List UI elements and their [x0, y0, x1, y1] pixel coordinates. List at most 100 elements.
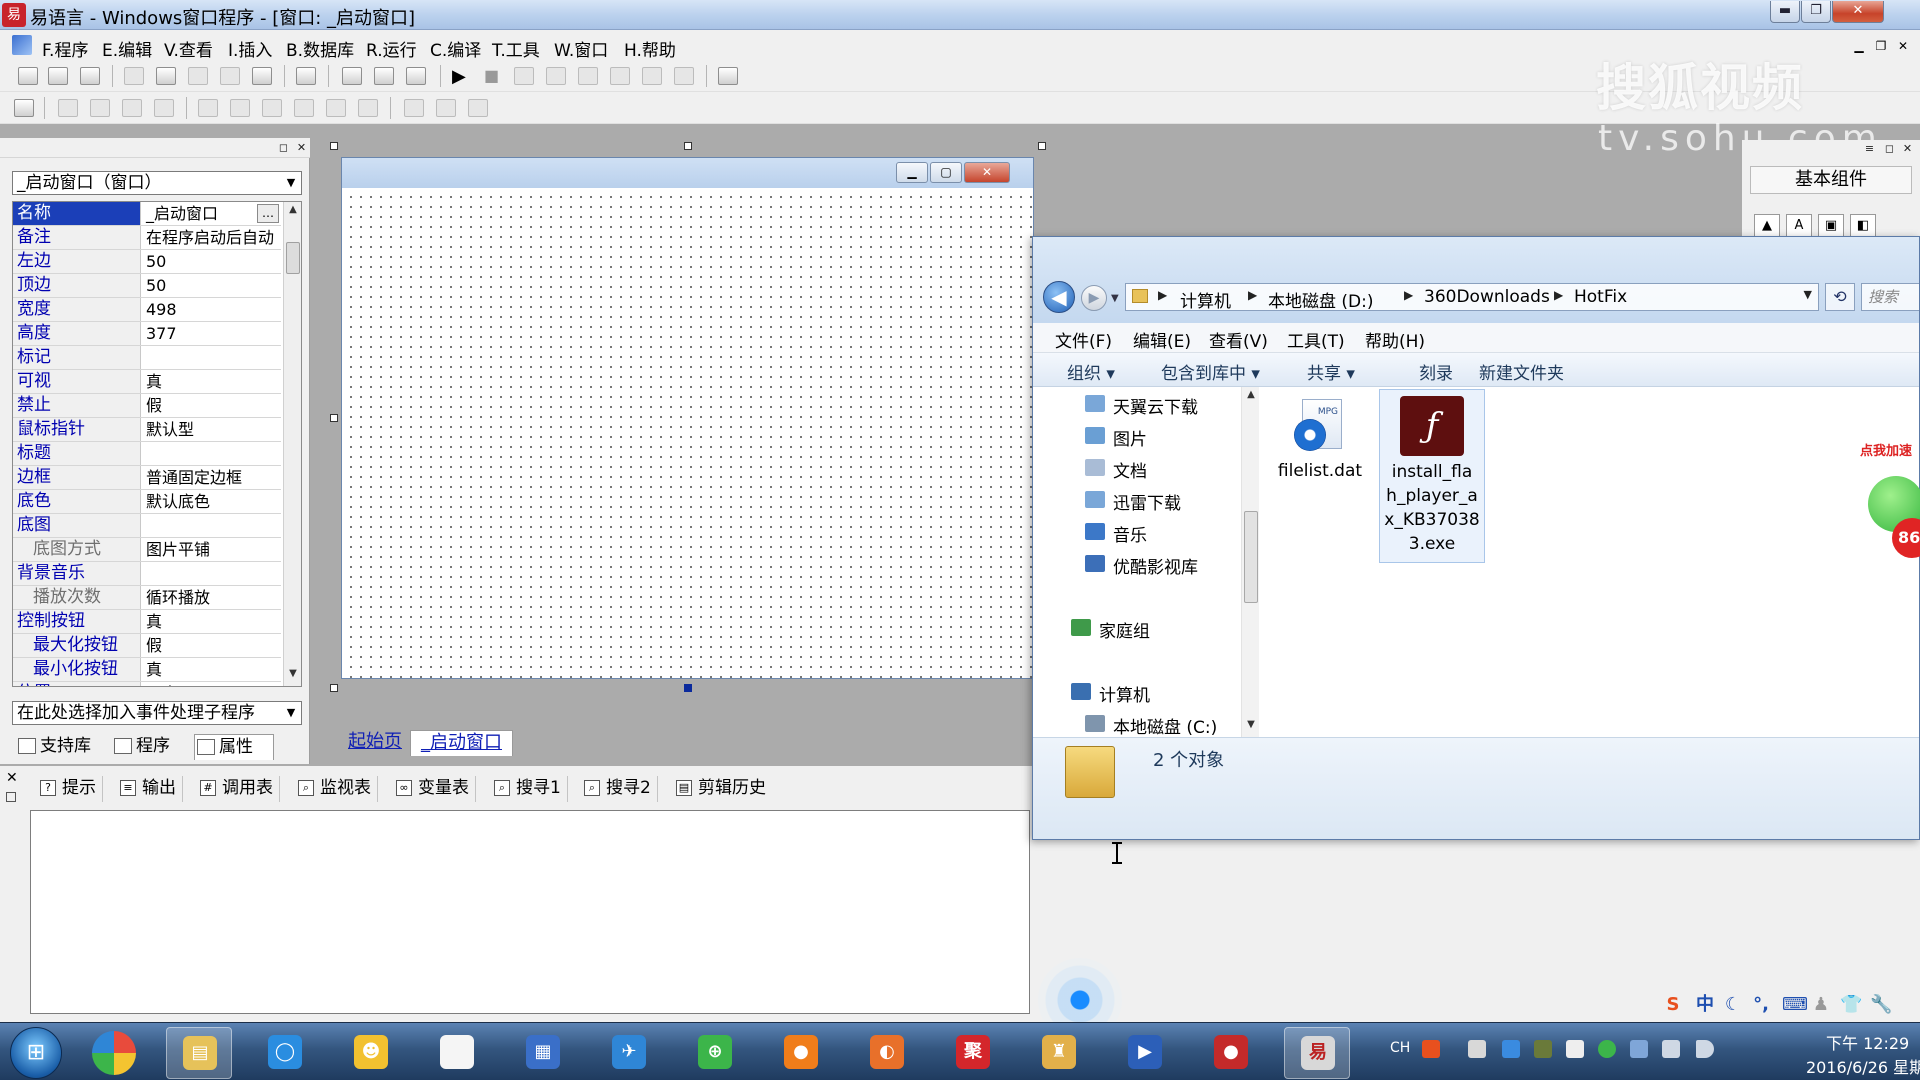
tab-support-library[interactable]: 支持库	[16, 734, 91, 760]
sogou-icon[interactable]: S	[1662, 994, 1684, 1016]
property-row[interactable]: 左边 50	[13, 250, 281, 274]
language-indicator[interactable]: CH	[1390, 1040, 1410, 1056]
address-bar[interactable]: ▶ 计算机 ▶ 本地磁盘 (D:) ▶ 360Downloads ▶ HotFi…	[1125, 283, 1819, 312]
tab-watch[interactable]: ⌕ 监视表	[294, 776, 378, 802]
object-selector[interactable]: _启动窗口（窗口） ▼	[12, 171, 302, 195]
property-row[interactable]: 名称 _启动窗口…	[13, 202, 281, 226]
property-row[interactable]: 底图	[13, 514, 281, 538]
property-value[interactable]: 真	[143, 610, 281, 633]
forward-arrow-icon[interactable]: ▶	[1081, 285, 1107, 311]
space-vertical-icon[interactable]	[294, 99, 314, 117]
menu-edit[interactable]: E.编辑	[102, 36, 152, 61]
panel-menu-icon[interactable]: ≡	[1862, 142, 1877, 156]
form-designer-window[interactable]: ▁ ▢ ✕	[341, 157, 1034, 679]
tab-search-1[interactable]: ⌕ 搜寻1	[490, 776, 568, 802]
undo-icon[interactable]	[252, 67, 272, 85]
property-row[interactable]: 高度 377	[13, 322, 281, 346]
menu-run[interactable]: R.运行	[366, 36, 417, 61]
360-tray-icon[interactable]	[1598, 1040, 1616, 1058]
tab-clipboard-history[interactable]: ▤ 剪辑历史	[672, 776, 772, 802]
pin-icon[interactable]: ◻	[276, 141, 291, 155]
mdi-restore-button[interactable]: ❐	[1872, 38, 1890, 54]
tab-property[interactable]: 属性	[194, 734, 274, 760]
message-tray-icon[interactable]	[1566, 1040, 1584, 1058]
menu-tools[interactable]: T.工具	[492, 36, 540, 61]
maximize-button[interactable]: ❐	[1801, 1, 1831, 23]
property-value[interactable]: 假	[143, 394, 281, 417]
search-input[interactable]: 搜索	[1861, 283, 1919, 311]
bird-tray-icon[interactable]	[1502, 1040, 1520, 1058]
property-value[interactable]: 在程序启动后自动	[143, 226, 281, 249]
resize-handle[interactable]	[684, 684, 692, 692]
scroll-up-icon[interactable]: ▲	[286, 204, 300, 220]
menu-insert[interactable]: I.插入	[228, 36, 272, 61]
property-value[interactable]	[143, 346, 281, 369]
burn-button[interactable]: 刻录	[1419, 359, 1453, 384]
nav-item-pictures[interactable]: 图片	[1085, 425, 1147, 450]
taskbar-button[interactable]: ●	[768, 1027, 834, 1079]
step-into-icon[interactable]	[546, 67, 566, 85]
network-icon[interactable]	[1662, 1040, 1680, 1058]
breadcrumb-chevron-icon[interactable]: ▶	[1248, 288, 1257, 302]
tab-hint[interactable]: ? 提示	[36, 776, 103, 802]
resize-handle[interactable]	[330, 684, 338, 692]
form-layout-icon[interactable]	[14, 99, 34, 117]
property-row[interactable]: 鼠标指针 默认型	[13, 418, 281, 442]
tab-start-page[interactable]: 起始页	[338, 730, 412, 756]
nav-item-xunlei-download[interactable]: 迅雷下载	[1085, 489, 1181, 514]
menu-view[interactable]: 查看(V)	[1209, 327, 1268, 352]
resize-handle[interactable]	[1038, 142, 1046, 150]
share-button[interactable]: 共享 ▾	[1307, 359, 1355, 384]
hand-icon[interactable]	[674, 67, 694, 85]
property-value[interactable]: 居中	[143, 682, 281, 686]
property-value[interactable]: 498	[143, 298, 281, 321]
property-value[interactable]: 默认底色	[143, 490, 281, 513]
same-width-icon[interactable]	[404, 99, 424, 117]
tab-output[interactable]: ≡ 输出	[116, 776, 183, 802]
property-row[interactable]: 边框 普通固定边框	[13, 466, 281, 490]
property-row[interactable]: 宽度 498	[13, 298, 281, 322]
property-row[interactable]: 最大化按钮假	[13, 634, 281, 658]
breadcrumb-hotfix[interactable]: HotFix	[1574, 287, 1627, 307]
tab-variables[interactable]: ∞ 变量表	[392, 776, 476, 802]
align-right-icon[interactable]	[90, 99, 110, 117]
property-row[interactable]: 控制按钮真	[13, 610, 281, 634]
stop-icon[interactable]: ■	[484, 66, 499, 85]
space-horizontal-icon[interactable]	[262, 99, 282, 117]
property-row[interactable]: 顶边 50	[13, 274, 281, 298]
scroll-down-icon[interactable]: ▼	[286, 668, 300, 684]
breadcrumb-360downloads[interactable]: 360Downloads	[1424, 287, 1550, 307]
equal-width-icon[interactable]	[326, 99, 346, 117]
layout-right-icon[interactable]	[406, 67, 426, 85]
breadcrumb-drive-d[interactable]: 本地磁盘 (D:)	[1268, 287, 1374, 312]
explorer-window[interactable]: ◀ ▶ ▼ ▶ 计算机 ▶ 本地磁盘 (D:) ▶ 360Downloads ▶…	[1032, 236, 1920, 840]
taskbar-button[interactable]: ▦	[510, 1027, 576, 1079]
chevron-down-icon[interactable]: ▼	[283, 704, 299, 722]
step-over-icon[interactable]	[578, 67, 598, 85]
tray-app-icon[interactable]	[1468, 1040, 1486, 1058]
property-value[interactable]: 普通固定边框	[143, 466, 281, 489]
align-top-icon[interactable]	[122, 99, 142, 117]
punctuation-icon[interactable]: °,	[1750, 994, 1772, 1016]
halfwidth-icon[interactable]: ☾	[1722, 994, 1744, 1016]
align-left-icon[interactable]	[58, 99, 78, 117]
nav-item-documents[interactable]: 文档	[1085, 457, 1147, 482]
layout-bottom-icon[interactable]	[374, 67, 394, 85]
property-value[interactable]	[143, 442, 281, 465]
taskbar-button[interactable]: ◐	[854, 1027, 920, 1079]
menu-program[interactable]: F.程序	[42, 36, 88, 61]
volume-icon[interactable]	[1696, 1040, 1714, 1058]
shape-tool-icon[interactable]: ◧	[1850, 214, 1876, 238]
menu-view[interactable]: V.查看	[164, 36, 213, 61]
keyboard-icon[interactable]: ⌨	[1782, 994, 1808, 1016]
property-row[interactable]: 播放次数 循环播放	[13, 586, 281, 610]
menu-edit[interactable]: 编辑(E)	[1133, 327, 1191, 352]
taskbar-button[interactable]: ●	[1198, 1027, 1264, 1079]
chinese-mode-icon[interactable]: 中	[1694, 994, 1716, 1016]
property-value[interactable]: 图片平铺	[143, 538, 281, 561]
menu-compile[interactable]: C.编译	[430, 36, 481, 61]
output-text-area[interactable]	[30, 810, 1030, 1014]
monitor-tray-icon[interactable]	[1534, 1040, 1552, 1058]
taskbar-button[interactable]: 聚	[940, 1027, 1006, 1079]
network-manager-icon[interactable]	[1630, 1040, 1648, 1058]
